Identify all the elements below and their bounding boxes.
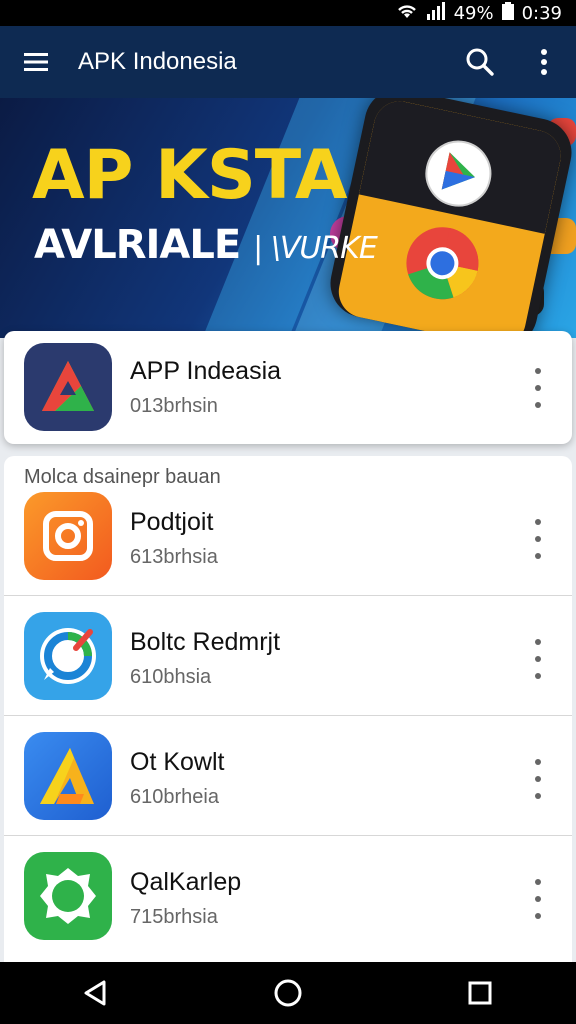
battery-icon	[501, 1, 514, 25]
more-button[interactable]	[526, 639, 550, 679]
clock: 0:39	[521, 2, 562, 24]
app-subtitle: 610bhsia	[130, 666, 212, 688]
signal-icon	[426, 1, 446, 25]
featured-app-subtitle: 013brhsin	[130, 395, 218, 417]
list-item[interactable]: Podtjoit 613brhsia	[4, 476, 572, 596]
menu-button[interactable]	[0, 26, 72, 98]
back-icon	[84, 980, 106, 1006]
featured-more-button[interactable]	[526, 368, 550, 408]
app-list: Molca dsainepr bauan Podtjoit 613brhsia …	[4, 456, 572, 966]
featured-app-icon	[24, 343, 112, 431]
more-button[interactable]	[526, 879, 550, 919]
app-name: Boltc Redmrjt	[130, 628, 281, 656]
triangle-icon	[24, 732, 112, 820]
app-name: QalKarlep	[130, 868, 242, 896]
more-options-button[interactable]	[512, 26, 576, 98]
back-button[interactable]	[66, 963, 126, 1023]
play-store-icon	[425, 140, 492, 207]
wifi-icon	[396, 2, 418, 25]
recents-button[interactable]	[450, 963, 510, 1023]
promo-banner[interactable]: AP KSTA AVLRIALE | \VURKE	[0, 98, 576, 338]
home-icon	[274, 979, 302, 1007]
search-button[interactable]	[448, 26, 512, 98]
list-item[interactable]: QalKarlep 715brhsia	[4, 836, 572, 956]
search-icon	[466, 48, 494, 76]
compass-icon	[24, 612, 112, 700]
list-item[interactable]: Boltc Redmrjt 610bhsia	[4, 596, 572, 716]
banner-subheadline: AVLRIALE | \VURKE	[34, 222, 378, 268]
more-button[interactable]	[526, 759, 550, 799]
more-button[interactable]	[526, 519, 550, 559]
app-bar: APK Indonesia	[0, 26, 576, 98]
app-subtitle: 715brhsia	[130, 906, 218, 928]
chrome-icon	[406, 227, 479, 300]
home-button[interactable]	[258, 963, 318, 1023]
list-item[interactable]: Ot Kowlt 610brheia	[4, 716, 572, 836]
more-vert-icon	[541, 49, 547, 75]
camera-icon	[24, 492, 112, 580]
phone-mockup	[324, 98, 576, 338]
featured-app-name: APP Indeasia	[130, 357, 282, 385]
app-subtitle: 613brhsia	[130, 546, 218, 568]
ring-icon	[24, 852, 112, 940]
menu-icon	[24, 53, 48, 71]
status-bar: 49% 0:39	[0, 0, 576, 26]
page-title: APK Indonesia	[78, 48, 237, 75]
app-subtitle: 610brheia	[130, 786, 219, 808]
battery-percent: 49%	[453, 2, 494, 24]
navigation-bar	[0, 962, 576, 1024]
app-name: Ot Kowlt	[130, 748, 225, 776]
banner-headline: AP KSTA	[32, 136, 348, 215]
featured-app-card[interactable]: APP Indeasia 013brhsin	[4, 331, 572, 444]
recents-icon	[468, 981, 492, 1005]
app-name: Podtjoit	[130, 508, 214, 536]
